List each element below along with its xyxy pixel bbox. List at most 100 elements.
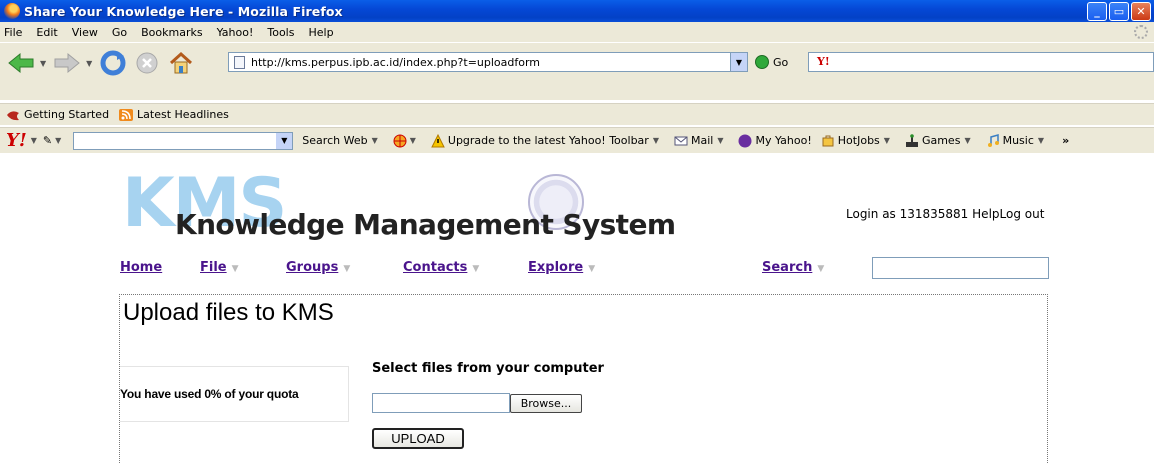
menu-edit[interactable]: Edit	[36, 26, 57, 39]
my-yahoo-icon	[738, 134, 752, 147]
hotjobs-dropdown-icon: ▼	[883, 136, 890, 145]
quota-box: You have used 0% of your quota	[120, 366, 349, 422]
close-button[interactable]: ✕	[1131, 2, 1151, 21]
reload-button[interactable]	[98, 48, 128, 78]
pencil-icon[interactable]: ✎	[43, 134, 52, 147]
bookmarks-toolbar: Getting Started Latest Headlines	[0, 103, 1154, 125]
music-label: Music	[1002, 134, 1034, 147]
nav-explore[interactable]: Explore	[528, 260, 583, 275]
mail-icon	[674, 136, 688, 145]
stop-button[interactable]	[132, 48, 162, 78]
upgrade-toolbar-link[interactable]: Upgrade to the latest Yahoo! Toolbar ▼	[431, 133, 665, 148]
help-link[interactable]: Help	[972, 207, 999, 221]
page-content: KMS Knowledge Management System Login as…	[0, 154, 1154, 463]
hotjobs-icon	[822, 135, 834, 146]
yahoo-toolbar: Y! ▼ ✎ ▼ ▼ Search Web ▼ ▼ Upgrade to the…	[0, 127, 1154, 153]
upload-heading: Upload files to KMS	[123, 299, 334, 326]
search-web-dropdown-icon: ▼	[371, 136, 378, 145]
quota-text: You have used 0% of your quota	[120, 387, 299, 401]
maximize-button[interactable]: ▭	[1109, 2, 1129, 21]
forward-button[interactable]	[52, 48, 82, 78]
mail-label: Mail	[690, 134, 714, 147]
nav-file[interactable]: File	[200, 260, 227, 275]
music-icon	[987, 133, 999, 147]
yahoo-search-box[interactable]: Y!	[808, 52, 1154, 72]
minimize-button[interactable]: _	[1087, 2, 1107, 21]
search-dropdown-icon[interactable]: ▼	[817, 264, 824, 274]
back-dropdown-icon[interactable]: ▼	[40, 59, 46, 68]
forward-dropdown-icon[interactable]: ▼	[86, 59, 92, 68]
forward-arrow-icon	[54, 52, 80, 74]
warning-icon	[431, 133, 445, 147]
menu-bookmarks[interactable]: Bookmarks	[141, 26, 202, 39]
hotjobs-button[interactable]: HotJobs ▼	[821, 134, 896, 148]
menu-bar: File Edit View Go Bookmarks Yahoo! Tools…	[0, 22, 1154, 42]
nav-contacts[interactable]: Contacts	[403, 260, 467, 275]
window-title: Share Your Knowledge Here - Mozilla Fire…	[24, 3, 343, 19]
toolbar-overflow-button[interactable]: »	[1062, 134, 1069, 147]
nav-home[interactable]: Home	[120, 260, 162, 275]
upgrade-dropdown-icon: ▼	[652, 136, 659, 145]
contacts-dropdown-icon[interactable]: ▼	[472, 264, 479, 274]
my-yahoo-label: My Yahoo!	[755, 134, 812, 147]
search-web-button[interactable]: Search Web ▼	[302, 134, 383, 147]
stop-icon	[136, 52, 158, 74]
upload-panel: Upload files to KMS You have used 0% of …	[119, 294, 1048, 463]
go-icon	[755, 55, 769, 69]
groups-dropdown-icon[interactable]: ▼	[343, 264, 350, 274]
search-web-label: Search Web	[302, 134, 368, 147]
address-url[interactable]: http://kms.perpus.ipb.ac.id/index.php?t=…	[251, 56, 540, 69]
menu-go[interactable]: Go	[112, 26, 127, 39]
games-icon	[905, 133, 918, 147]
bookmark-latest-headlines[interactable]: Latest Headlines	[119, 108, 229, 121]
window-titlebar: Share Your Knowledge Here - Mozilla Fire…	[0, 0, 1154, 22]
highlight-icon	[393, 134, 407, 147]
file-dropdown-icon[interactable]: ▼	[232, 264, 239, 274]
site-search-input[interactable]	[872, 257, 1049, 279]
menu-tools[interactable]: Tools	[267, 26, 294, 39]
my-yahoo-button[interactable]: My Yahoo!	[738, 134, 812, 148]
file-path-input[interactable]	[372, 393, 510, 413]
explore-dropdown-icon[interactable]: ▼	[588, 264, 595, 274]
games-button[interactable]: Games ▼	[905, 133, 977, 148]
upgrade-label: Upgrade to the latest Yahoo! Toolbar	[447, 134, 649, 147]
home-button[interactable]	[166, 48, 196, 78]
go-label: Go	[773, 55, 789, 69]
menu-yahoo[interactable]: Yahoo!	[217, 26, 254, 39]
address-dropdown-icon[interactable]: ▼	[730, 53, 747, 71]
yahoo-logo-dropdown-icon[interactable]: ▼	[31, 136, 37, 145]
login-info: Login as 131835881 HelpLog out	[846, 207, 1044, 221]
throbber-icon	[1134, 25, 1148, 39]
nav-search[interactable]: Search	[762, 260, 812, 275]
logout-link[interactable]: Log out	[1000, 207, 1045, 221]
yahoo-toolbar-search-input[interactable]: ▼	[73, 131, 294, 150]
mail-button[interactable]: Mail ▼	[674, 134, 730, 148]
games-dropdown-icon: ▼	[964, 136, 971, 145]
navigation-toolbar: ▼ ▼ http://kms.perpus.ipb.ac.id/index.ph…	[0, 42, 1154, 100]
yahoo-search-icon: Y!	[817, 55, 830, 68]
menu-help[interactable]: Help	[308, 26, 333, 39]
highlight-dropdown-icon: ▼	[409, 136, 416, 145]
mail-dropdown-icon: ▼	[717, 136, 724, 145]
login-text: Login as 131835881	[846, 207, 969, 221]
yahoo-search-dropdown-icon[interactable]: ▼	[276, 132, 293, 149]
hotjobs-label: HotJobs	[837, 134, 880, 147]
reload-icon	[100, 50, 126, 76]
select-files-label: Select files from your computer	[372, 361, 604, 376]
getting-started-icon	[7, 110, 19, 120]
window-controls: _ ▭ ✕	[1087, 2, 1151, 21]
highlight-button[interactable]: ▼	[393, 134, 422, 148]
upload-button[interactable]: UPLOAD	[372, 428, 464, 449]
address-bar[interactable]: http://kms.perpus.ipb.ac.id/index.php?t=…	[228, 52, 748, 72]
bookmark-getting-started[interactable]: Getting Started	[6, 108, 109, 121]
bookmark-getting-started-label: Getting Started	[24, 108, 110, 121]
menu-file[interactable]: File	[4, 26, 22, 39]
browse-button[interactable]: Browse...	[510, 394, 582, 413]
pencil-dropdown-icon[interactable]: ▼	[55, 136, 61, 145]
yahoo-logo[interactable]: Y!	[6, 130, 27, 151]
nav-groups[interactable]: Groups	[286, 260, 338, 275]
go-button[interactable]: Go	[755, 55, 788, 69]
music-button[interactable]: Music ▼	[986, 133, 1050, 148]
menu-view[interactable]: View	[72, 26, 98, 39]
back-button[interactable]	[6, 48, 36, 78]
